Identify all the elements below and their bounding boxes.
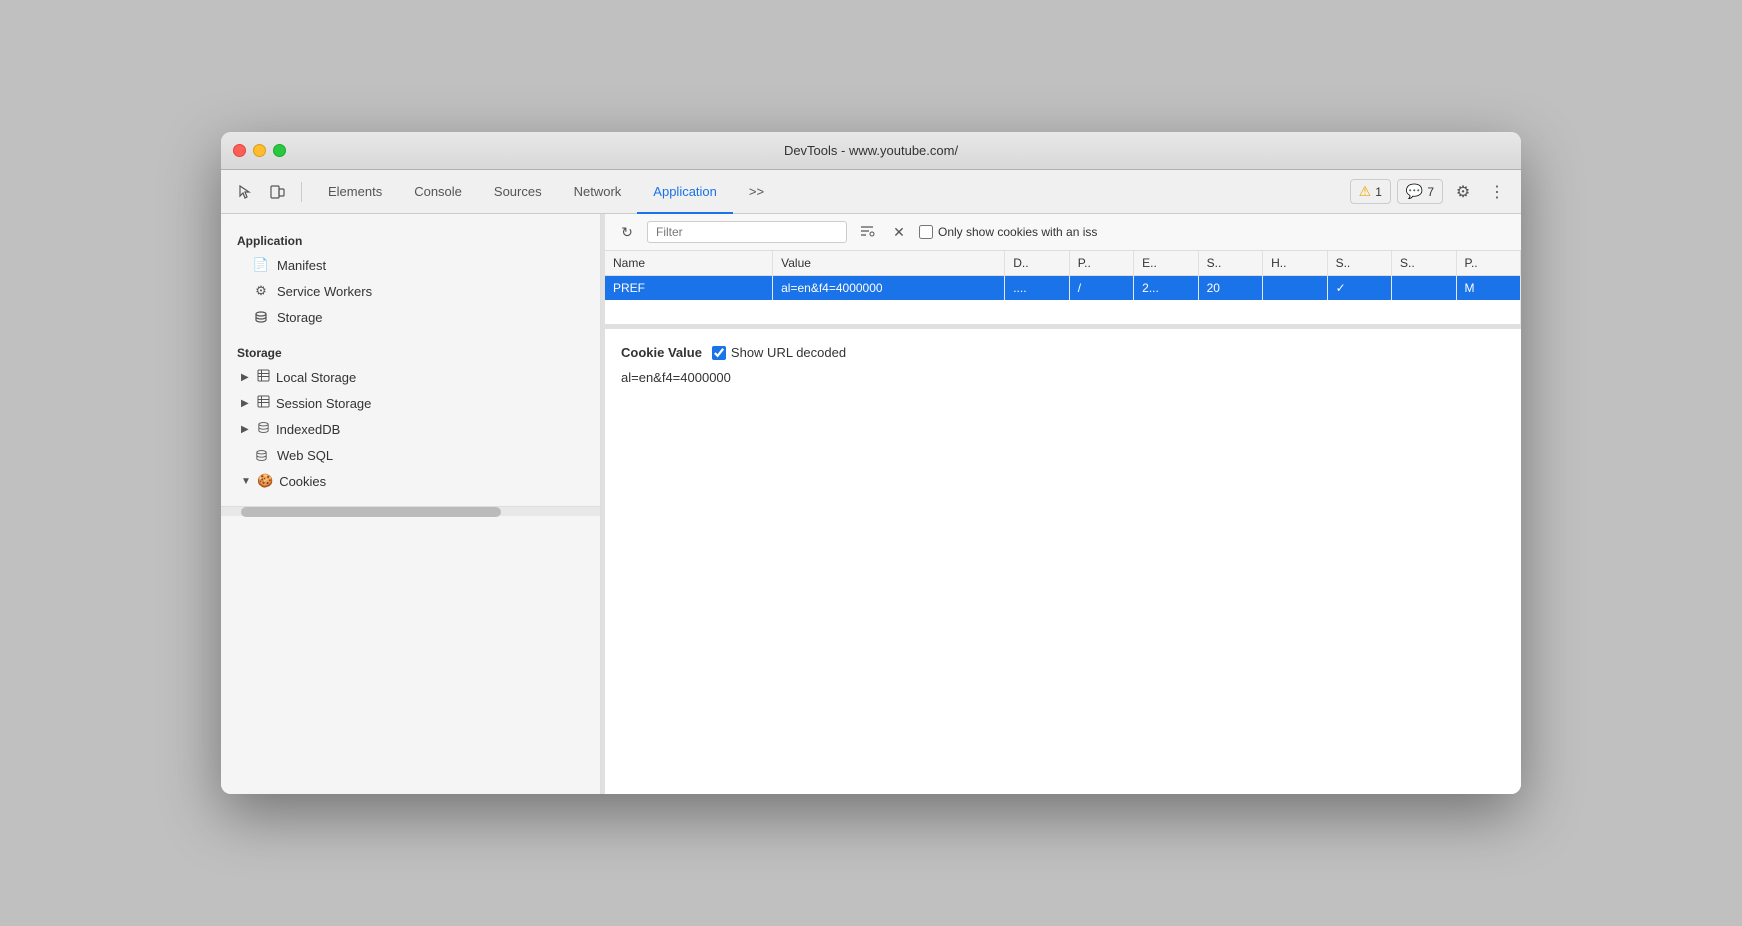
cookie-value-label: Cookie Value <box>621 345 702 360</box>
cookie-table: Name Value D.. P.. <box>605 251 1521 325</box>
cell-httponly <box>1263 276 1327 301</box>
panel-toolbar: ↻ ✕ <box>605 214 1521 251</box>
tab-elements[interactable]: Elements <box>312 170 398 214</box>
refresh-button[interactable]: ↻ <box>615 220 639 244</box>
toolbar-divider <box>301 182 302 202</box>
col-domain[interactable]: D.. <box>1005 251 1069 276</box>
expand-arrow-cookies: ▼ <box>241 476 251 487</box>
table-empty-row <box>605 300 1521 324</box>
settings-button[interactable]: ⚙ <box>1449 178 1477 206</box>
cookie-value-text: al=en&f4=4000000 <box>621 370 1505 385</box>
cookies-icon: 🍪 <box>257 473 273 489</box>
clear-icon: ✕ <box>893 224 905 241</box>
main-panel: ↻ ✕ <box>605 214 1521 794</box>
gear-icon: ⚙ <box>1456 182 1470 202</box>
traffic-lights <box>233 144 286 157</box>
cell-path: / <box>1069 276 1133 301</box>
minimize-button[interactable] <box>253 144 266 157</box>
toolbar-right: ⚠ 1 💬 7 ⚙ ⋮ <box>1350 178 1511 206</box>
local-storage-icon <box>257 369 270 385</box>
window-title: DevTools - www.youtube.com/ <box>784 143 958 158</box>
storage-app-icon <box>253 309 269 325</box>
sidebar-item-local-storage[interactable]: ▶ Local Storage <box>221 364 600 390</box>
warning-button[interactable]: ⚠ 1 <box>1350 179 1391 204</box>
sidebar-item-websql[interactable]: Web SQL <box>221 442 600 468</box>
issues-icon: 💬 <box>1406 183 1423 200</box>
cookie-detail: Cookie Value Show URL decoded al=en&f4=4… <box>605 329 1521 794</box>
app-section-title: Application <box>221 226 600 252</box>
col-httponly[interactable]: H.. <box>1263 251 1327 276</box>
scrollbar-thumb[interactable] <box>241 507 501 517</box>
main-toolbar: Elements Console Sources Network Applica… <box>221 170 1521 214</box>
tab-console[interactable]: Console <box>398 170 478 214</box>
col-secure[interactable]: S.. <box>1327 251 1391 276</box>
storage-group: Storage ▶ Local Storage ▶ <box>221 338 600 494</box>
tab-sources[interactable]: Sources <box>478 170 558 214</box>
storage-section-title: Storage <box>221 338 600 364</box>
expand-arrow-session: ▶ <box>241 398 251 409</box>
table-row[interactable]: PREF al=en&f4=4000000 .... / 2... 20 ✓ M <box>605 276 1521 301</box>
cell-domain: .... <box>1005 276 1069 301</box>
device-icon <box>269 184 285 200</box>
col-priority[interactable]: P.. <box>1456 251 1521 276</box>
maximize-button[interactable] <box>273 144 286 157</box>
sidebar-item-storage-app[interactable]: Storage <box>221 304 600 330</box>
cookies-data-table: Name Value D.. P.. <box>605 251 1521 324</box>
websql-icon <box>253 447 269 463</box>
clear-filter-button[interactable]: ✕ <box>887 220 911 244</box>
tab-network[interactable]: Network <box>558 170 638 214</box>
expand-arrow-indexed: ▶ <box>241 424 251 435</box>
manifest-icon: 📄 <box>253 257 269 273</box>
warning-icon: ⚠ <box>1359 183 1372 200</box>
more-icon: ⋮ <box>1489 182 1505 202</box>
cell-size: 20 <box>1198 276 1262 301</box>
sidebar-item-service-workers[interactable]: ⚙ Service Workers <box>221 278 600 304</box>
cell-name: PREF <box>605 276 773 301</box>
sidebar-item-indexeddb[interactable]: ▶ IndexedDB <box>221 416 600 442</box>
close-button[interactable] <box>233 144 246 157</box>
cell-value: al=en&f4=4000000 <box>773 276 1005 301</box>
only-issues-label: Only show cookies with an iss <box>919 225 1097 239</box>
only-issues-checkbox[interactable] <box>919 225 933 239</box>
col-expires[interactable]: E.. <box>1134 251 1198 276</box>
device-toggle-button[interactable] <box>263 178 291 206</box>
col-path[interactable]: P.. <box>1069 251 1133 276</box>
main-content: Application 📄 Manifest ⚙ Service Workers <box>221 214 1521 794</box>
cookie-value-header: Cookie Value Show URL decoded <box>621 345 1505 360</box>
expand-arrow-local: ▶ <box>241 372 251 383</box>
cell-priority: M <box>1456 276 1521 301</box>
cell-samesite <box>1392 276 1456 301</box>
indexeddb-icon <box>257 421 270 437</box>
col-name[interactable]: Name <box>605 251 773 276</box>
filter-options-icon <box>859 223 875 242</box>
cell-secure: ✓ <box>1327 276 1391 301</box>
sidebar-item-session-storage[interactable]: ▶ Session Storage <box>221 390 600 416</box>
cell-expires: 2... <box>1134 276 1198 301</box>
select-element-button[interactable] <box>231 178 259 206</box>
cursor-icon <box>237 184 253 200</box>
session-storage-icon <box>257 395 270 411</box>
tab-application[interactable]: Application <box>637 170 733 214</box>
tab-bar: Elements Console Sources Network Applica… <box>312 170 1346 214</box>
sidebar-scrollbar[interactable] <box>221 506 600 516</box>
col-size[interactable]: S.. <box>1198 251 1262 276</box>
col-value[interactable]: Value <box>773 251 1005 276</box>
show-url-decoded-checkbox[interactable] <box>712 346 726 360</box>
show-url-decoded-label: Show URL decoded <box>712 345 846 360</box>
sidebar: Application 📄 Manifest ⚙ Service Workers <box>221 214 601 794</box>
col-samesite[interactable]: S.. <box>1392 251 1456 276</box>
devtools-window: DevTools - www.youtube.com/ Elements Con… <box>221 132 1521 794</box>
more-options-button[interactable]: ⋮ <box>1483 178 1511 206</box>
filter-input[interactable] <box>647 221 847 243</box>
filter-options-button[interactable] <box>855 220 879 244</box>
sidebar-item-cookies[interactable]: ▼ 🍪 Cookies <box>221 468 600 494</box>
tab-more[interactable]: >> <box>733 170 780 214</box>
refresh-icon: ↻ <box>621 224 633 241</box>
service-workers-icon: ⚙ <box>253 283 269 299</box>
sidebar-item-manifest[interactable]: 📄 Manifest <box>221 252 600 278</box>
issues-button[interactable]: 💬 7 <box>1397 179 1443 204</box>
title-bar: DevTools - www.youtube.com/ <box>221 132 1521 170</box>
table-header-row: Name Value D.. P.. <box>605 251 1521 276</box>
